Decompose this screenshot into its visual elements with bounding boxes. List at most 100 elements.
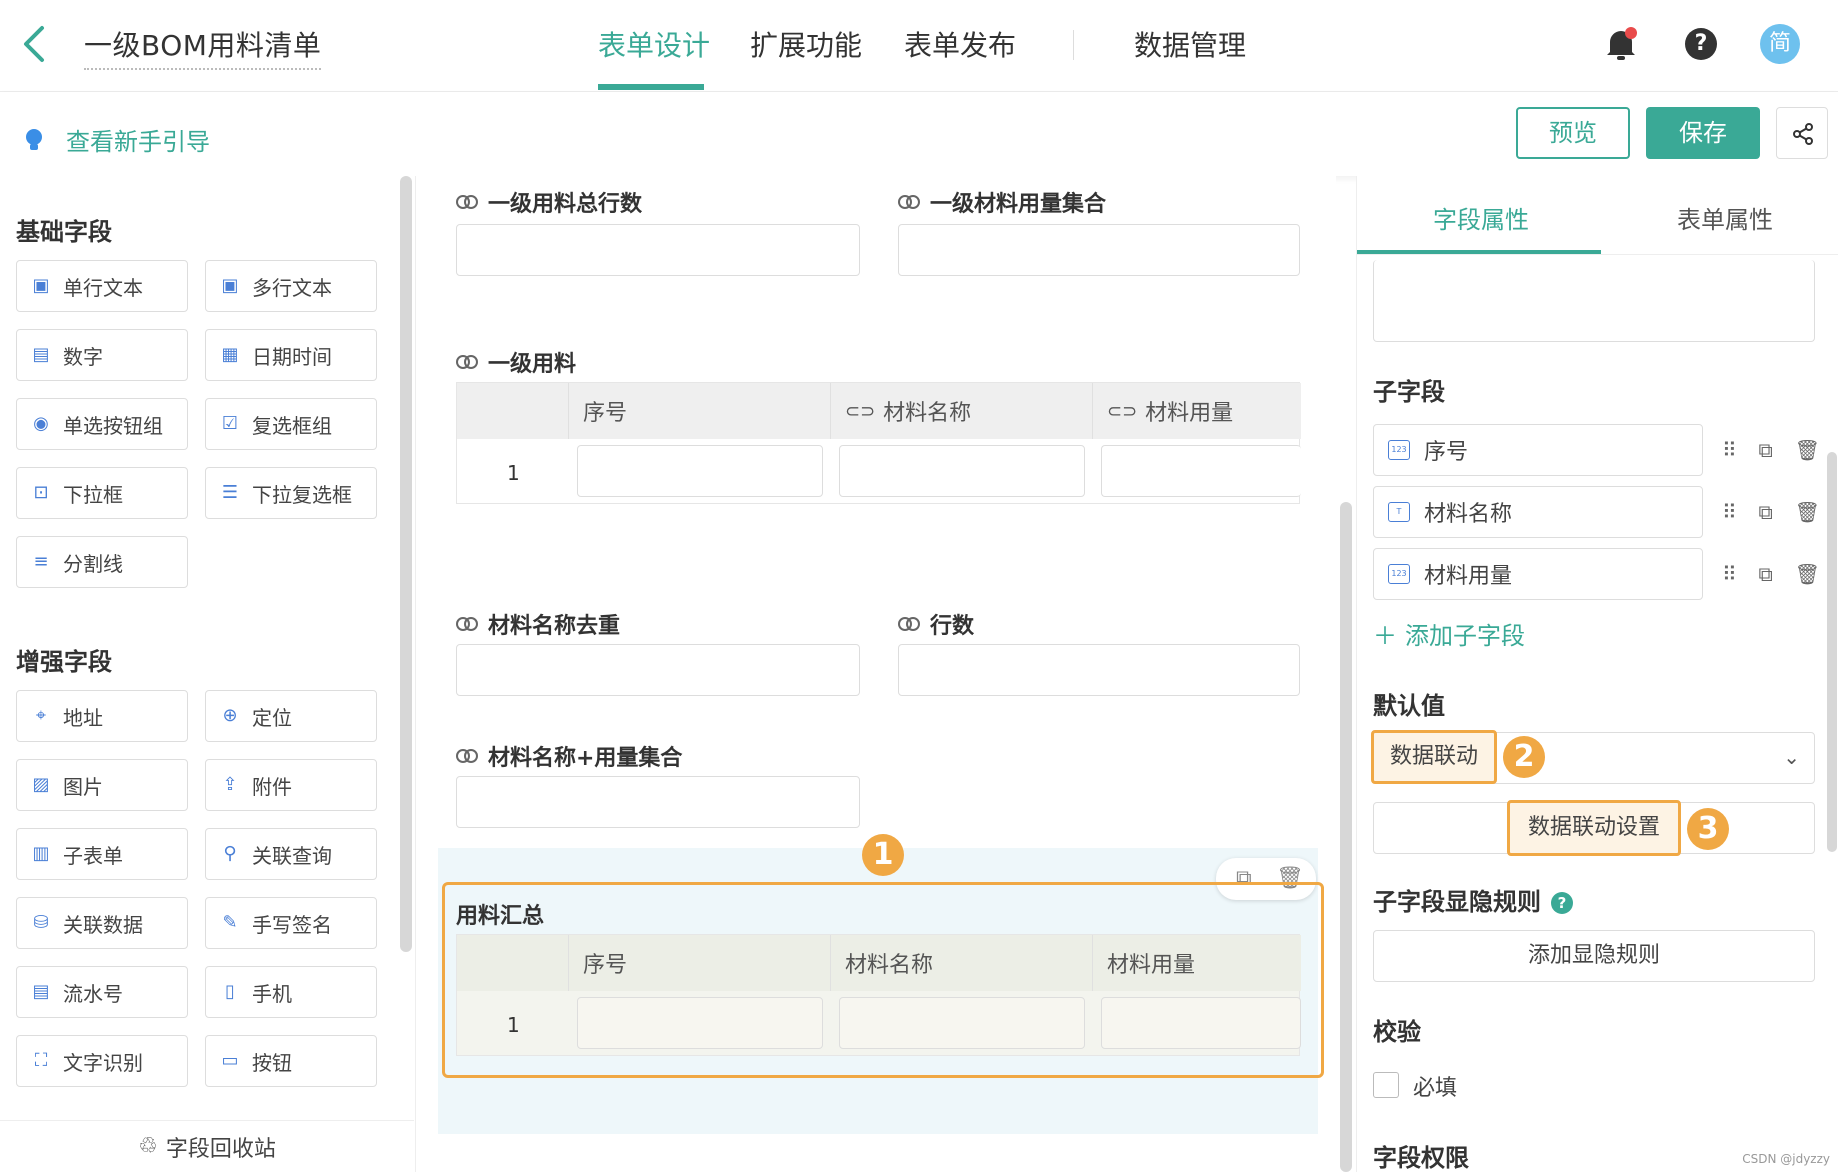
help-icon[interactable]: ? bbox=[1685, 28, 1717, 60]
table-row-index: 1 bbox=[507, 1013, 520, 1037]
palette-signature[interactable]: ✎手写签名 bbox=[205, 897, 377, 949]
tab-extensions[interactable]: 扩展功能 bbox=[750, 24, 862, 64]
palette-linked-query[interactable]: ⚲关联查询 bbox=[205, 828, 377, 880]
required-label: 必填 bbox=[1413, 1070, 1457, 1102]
subfield-item[interactable]: 123序号 bbox=[1373, 424, 1703, 476]
table-header-material-qty: 材料用量 bbox=[1093, 935, 1301, 991]
palette-serial-number[interactable]: ▤流水号 bbox=[16, 966, 188, 1018]
palette-ocr[interactable]: ⛶文字识别 bbox=[16, 1035, 188, 1087]
address-icon: ⌖ bbox=[31, 706, 51, 726]
default-value-selected[interactable]: 数据联动 bbox=[1371, 730, 1497, 784]
description-textarea[interactable] bbox=[1373, 260, 1815, 342]
active-tab-indicator bbox=[1357, 250, 1601, 254]
data-linkage-settings-button[interactable]: 数据联动设置 bbox=[1507, 800, 1681, 856]
beginner-guide-link[interactable]: 查看新手引导 bbox=[24, 122, 210, 157]
table-cell-input[interactable] bbox=[839, 445, 1085, 497]
share-icon bbox=[1791, 122, 1815, 146]
subform-icon: ▥ bbox=[31, 844, 51, 864]
palette-datetime[interactable]: ▦日期时间 bbox=[205, 329, 377, 381]
palette-location[interactable]: ⊕定位 bbox=[205, 690, 377, 742]
palette-divider[interactable]: ≡分割线 bbox=[16, 536, 188, 588]
palette-radio-group[interactable]: ◉单选按钮组 bbox=[16, 398, 188, 450]
table-cell-input[interactable] bbox=[839, 997, 1085, 1049]
palette-address[interactable]: ⌖地址 bbox=[16, 690, 188, 742]
material-name-dedup-input[interactable] bbox=[456, 644, 860, 696]
material-qty-set-input[interactable] bbox=[898, 224, 1300, 276]
signature-icon: ✎ bbox=[220, 913, 240, 933]
share-button[interactable] bbox=[1776, 107, 1828, 159]
step-badge-1: 1 bbox=[862, 834, 904, 876]
phone-icon: ▯ bbox=[220, 982, 240, 1002]
table-cell-input[interactable] bbox=[1101, 445, 1301, 497]
delete-icon[interactable]: 🗑 bbox=[1795, 500, 1820, 524]
tab-form-design[interactable]: 表单设计 bbox=[598, 24, 710, 64]
number-icon: ▤ bbox=[31, 345, 51, 365]
link-icon bbox=[898, 617, 920, 631]
top-bar: 一级BOM用料清单 表单设计 扩展功能 表单发布 数据管理 ? 简 bbox=[0, 0, 1838, 92]
drag-handle-icon[interactable]: ⠿ bbox=[1722, 562, 1737, 586]
tab-form-publish[interactable]: 表单发布 bbox=[904, 24, 1016, 64]
avatar[interactable]: 简 bbox=[1760, 24, 1800, 64]
subfield-item[interactable]: T材料名称 bbox=[1373, 486, 1703, 538]
canvas-scrollbar[interactable] bbox=[1340, 502, 1352, 1172]
properties-scrollbar[interactable] bbox=[1827, 452, 1837, 852]
palette-dropdown-multi[interactable]: ☰下拉复选框 bbox=[205, 467, 377, 519]
delete-icon[interactable]: 🗑 bbox=[1795, 562, 1820, 586]
delete-icon[interactable]: 🗑 bbox=[1795, 438, 1820, 462]
table-header-material-qty: ⊂⊃材料用量 bbox=[1093, 383, 1301, 439]
link-icon bbox=[456, 617, 478, 631]
link-icon bbox=[898, 195, 920, 209]
link-icon: ⊂⊃ bbox=[845, 401, 875, 422]
table-cell-input[interactable] bbox=[1101, 997, 1301, 1049]
copy-icon[interactable]: ⧉ bbox=[1758, 438, 1772, 462]
subfield-actions: ⠿ ⧉ 🗑 bbox=[1711, 486, 1831, 538]
total-rows-input[interactable] bbox=[456, 224, 860, 276]
add-visibility-rule-button[interactable]: 添加显隐规则 bbox=[1373, 930, 1815, 982]
tab-data-management[interactable]: 数据管理 bbox=[1134, 24, 1246, 64]
tab-field-properties[interactable]: 字段属性 bbox=[1433, 200, 1529, 235]
table-header-blank bbox=[457, 383, 569, 439]
help-icon[interactable]: ? bbox=[1551, 892, 1573, 914]
table-header-material-name: 材料名称 bbox=[831, 935, 1093, 991]
required-checkbox[interactable] bbox=[1373, 1072, 1399, 1098]
back-arrow-icon[interactable] bbox=[16, 22, 56, 66]
active-tab-indicator bbox=[598, 84, 704, 90]
palette-linked-data[interactable]: ⛁关联数据 bbox=[16, 897, 188, 949]
table-cell-input[interactable] bbox=[577, 997, 823, 1049]
palette-phone[interactable]: ▯手机 bbox=[205, 966, 377, 1018]
subfield-item[interactable]: 123材料用量 bbox=[1373, 548, 1703, 600]
copy-icon[interactable]: ⧉ bbox=[1758, 500, 1772, 524]
palette-subform[interactable]: ▥子表单 bbox=[16, 828, 188, 880]
field-recycle-bin[interactable]: ♲ 字段回收站 bbox=[0, 1120, 414, 1172]
copy-icon[interactable]: ⧉ bbox=[1758, 562, 1772, 586]
app-title[interactable]: 一级BOM用料清单 bbox=[84, 24, 321, 70]
palette-dropdown[interactable]: ⊡下拉框 bbox=[16, 467, 188, 519]
table-header-material-name: ⊂⊃材料名称 bbox=[831, 383, 1093, 439]
preview-button[interactable]: 预览 bbox=[1516, 107, 1630, 159]
table-cell-input[interactable] bbox=[577, 445, 823, 497]
palette-checkbox-group[interactable]: ☑复选框组 bbox=[205, 398, 377, 450]
field-label-material-qty-set: 一级材料用量集合 bbox=[898, 186, 1106, 218]
palette-scrollbar[interactable] bbox=[400, 176, 412, 952]
tab-form-properties[interactable]: 表单属性 bbox=[1677, 200, 1773, 235]
drag-handle-icon[interactable]: ⠿ bbox=[1722, 500, 1737, 524]
name-qty-set-input[interactable] bbox=[456, 776, 860, 828]
properties-panel: 字段属性 表单属性 子字段 123序号 ⠿ ⧉ 🗑 T材料名称 ⠿ ⧉ 🗑 123材料用… bbox=[1356, 176, 1838, 1172]
palette-attachment[interactable]: ⇪附件 bbox=[205, 759, 377, 811]
chevron-down-icon: ⌄ bbox=[1783, 745, 1800, 769]
subfields-title: 子字段 bbox=[1373, 372, 1445, 407]
field-label-level1-material: 一级用料 bbox=[456, 346, 576, 378]
tabs-baseline bbox=[1357, 254, 1838, 255]
drag-handle-icon[interactable]: ⠿ bbox=[1722, 438, 1737, 462]
single-line-text-icon: ▣ bbox=[31, 276, 51, 296]
row-count-input[interactable] bbox=[898, 644, 1300, 696]
save-button[interactable]: 保存 bbox=[1646, 107, 1760, 159]
add-subfield-button[interactable]: ＋添加子字段 bbox=[1373, 616, 1525, 651]
palette-number[interactable]: ▤数字 bbox=[16, 329, 188, 381]
palette-button[interactable]: ▭按钮 bbox=[205, 1035, 377, 1087]
notification-bell-icon[interactable] bbox=[1604, 26, 1638, 62]
palette-image[interactable]: ▨图片 bbox=[16, 759, 188, 811]
palette-single-line-text[interactable]: ▣单行文本 bbox=[16, 260, 188, 312]
palette-multi-line-text[interactable]: ▣多行文本 bbox=[205, 260, 377, 312]
multi-line-text-icon: ▣ bbox=[220, 276, 240, 296]
